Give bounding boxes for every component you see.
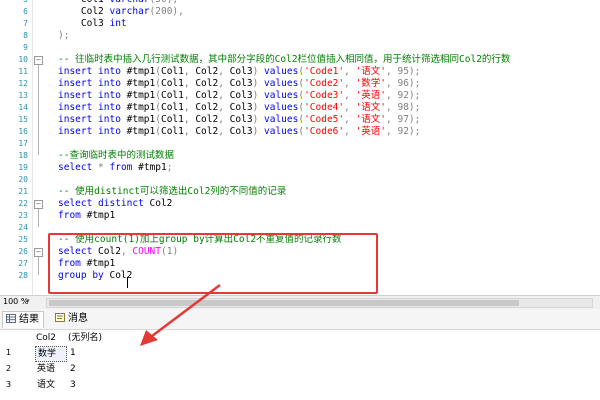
table-cell-col2[interactable]: 语文 — [37, 378, 55, 392]
line-number: 27 — [18, 259, 28, 268]
line-number: 7 — [23, 19, 28, 28]
code-line[interactable]: 16 insert into #tmp1(Col1, Col2, Col3) va… — [0, 126, 600, 138]
code-line[interactable]: 21 -- 使用distinct可以筛选出Col2列的不同值的记录 — [0, 186, 600, 198]
tab-messages[interactable]: 消息 — [52, 311, 92, 327]
line-number: 16 — [18, 127, 28, 136]
line-number: 12 — [18, 79, 28, 88]
line-number: 28 — [18, 271, 28, 280]
code-line[interactable]: 12 insert into #tmp1(Col1, Col2, Col3) va… — [0, 78, 600, 90]
code-line[interactable]: 7 Col3 int — [0, 18, 600, 30]
table-cell-count[interactable]: 2 — [70, 362, 76, 376]
line-number: 13 — [18, 91, 28, 100]
line-number: 14 — [18, 103, 28, 112]
code-text: insert into #tmp1(Col1, Col2, Col3) valu… — [58, 90, 421, 101]
code-line[interactable]: 11 insert into #tmp1(Col1, Col2, Col3) va… — [0, 66, 600, 78]
tab-results-label: 结果 — [19, 314, 39, 325]
sql-editor[interactable]: 5 Col1 varchar(50),6 Col2 varchar(200),7… — [0, 0, 600, 295]
code-text: insert into #tmp1(Col1, Col2, Col3) valu… — [58, 66, 421, 77]
line-number: 8 — [23, 31, 28, 40]
code-text: select distinct Col2 — [58, 198, 173, 209]
tab-results[interactable]: 结果 — [2, 311, 44, 328]
row-number: 3 — [6, 380, 12, 389]
row-number: 1 — [6, 348, 12, 357]
code-line[interactable]: 15 insert into #tmp1(Col1, Col2, Col3) va… — [0, 114, 600, 126]
fold-toggle-icon[interactable]: − — [34, 200, 43, 209]
code-line[interactable]: 17 — [0, 138, 600, 150]
code-line[interactable]: 6 Col2 varchar(200), — [0, 6, 600, 18]
line-number: 21 — [18, 187, 28, 196]
results-grid[interactable]: Col2 (无列名) 1 数学 1 2 英语 2 3 语文 3 — [0, 330, 600, 400]
fold-toggle-icon[interactable]: − — [34, 56, 43, 65]
line-number: 25 — [18, 235, 28, 244]
table-cell-count[interactable]: 3 — [70, 378, 76, 392]
code-text: Col2 varchar(200), — [58, 6, 184, 17]
zoom-dropdown-icon[interactable]: ▾ — [26, 297, 30, 305]
code-line[interactable]: 13 insert into #tmp1(Col1, Col2, Col3) va… — [0, 90, 600, 102]
code-line[interactable]: 18 --查询临时表中的测试数据 — [0, 150, 600, 162]
code-line[interactable]: 14 insert into #tmp1(Col1, Col2, Col3) va… — [0, 102, 600, 114]
fold-guide-line — [38, 257, 39, 275]
annotation-highlight-box — [48, 233, 378, 294]
code-text: -- 往临时表中插入几行测试数据，其中部分字段的Col2栏位值插入相同值，用于统… — [58, 54, 511, 65]
table-cell-count[interactable]: 1 — [70, 346, 76, 360]
code-line[interactable]: 8); — [0, 30, 600, 42]
line-number: 17 — [18, 139, 28, 148]
line-number: 26 — [18, 247, 28, 256]
line-number: 23 — [18, 211, 28, 220]
line-number: 6 — [23, 7, 28, 16]
table-cell-col2[interactable]: 英语 — [37, 362, 55, 376]
code-text: insert into #tmp1(Col1, Col2, Col3) valu… — [58, 102, 421, 113]
code-line[interactable]: 20 — [0, 174, 600, 186]
code-line[interactable]: 22 select distinct Col2 — [0, 198, 600, 210]
code-line[interactable]: 9 — [0, 42, 600, 54]
line-number: 20 — [18, 175, 28, 184]
tab-messages-label: 消息 — [68, 313, 88, 324]
code-text: select * from #tmp1; — [58, 162, 173, 173]
line-number: 19 — [18, 163, 28, 172]
fold-toggle-icon[interactable]: − — [34, 248, 43, 257]
results-tabs: 结果 消息 — [0, 309, 600, 330]
column-header-count[interactable]: (无列名) — [68, 331, 102, 345]
grid-icon — [6, 314, 16, 323]
line-number: 18 — [18, 151, 28, 160]
editor-status-bar: 100 % ▾ — [0, 295, 600, 310]
code-text: from #tmp1 — [58, 210, 116, 221]
text-caret — [127, 277, 128, 288]
table-cell-col2[interactable]: 数学 — [35, 346, 67, 362]
line-number: 9 — [23, 43, 28, 52]
horizontal-scrollbar[interactable] — [46, 298, 593, 308]
code-text: ); — [58, 30, 70, 41]
line-number: 22 — [18, 199, 28, 208]
line-number: 10 — [18, 55, 28, 64]
line-number: 24 — [18, 223, 28, 232]
column-header-col2[interactable]: Col2 — [36, 331, 56, 345]
fold-guide-line — [38, 65, 39, 155]
code-line[interactable]: 19 select * from #tmp1; — [0, 162, 600, 174]
code-text: --查询临时表中的测试数据 — [58, 150, 174, 161]
line-number: 15 — [18, 115, 28, 124]
fold-guide-line — [38, 209, 39, 227]
code-line[interactable]: 23 from #tmp1 — [0, 210, 600, 222]
code-text: insert into #tmp1(Col1, Col2, Col3) valu… — [58, 78, 421, 89]
code-text: Col3 int — [58, 18, 127, 29]
code-text: insert into #tmp1(Col1, Col2, Col3) valu… — [58, 126, 421, 137]
code-text: insert into #tmp1(Col1, Col2, Col3) valu… — [58, 114, 421, 125]
scrollbar-thumb[interactable] — [49, 300, 519, 306]
code-line[interactable]: 10 -- 往临时表中插入几行测试数据，其中部分字段的Col2栏位值插入相同值，用… — [0, 54, 600, 66]
row-number: 2 — [6, 364, 12, 373]
line-number: 11 — [18, 67, 28, 76]
zoom-level[interactable]: 100 % — [3, 297, 28, 306]
message-icon — [55, 313, 65, 322]
code-text: -- 使用distinct可以筛选出Col2列的不同值的记录 — [58, 186, 287, 197]
